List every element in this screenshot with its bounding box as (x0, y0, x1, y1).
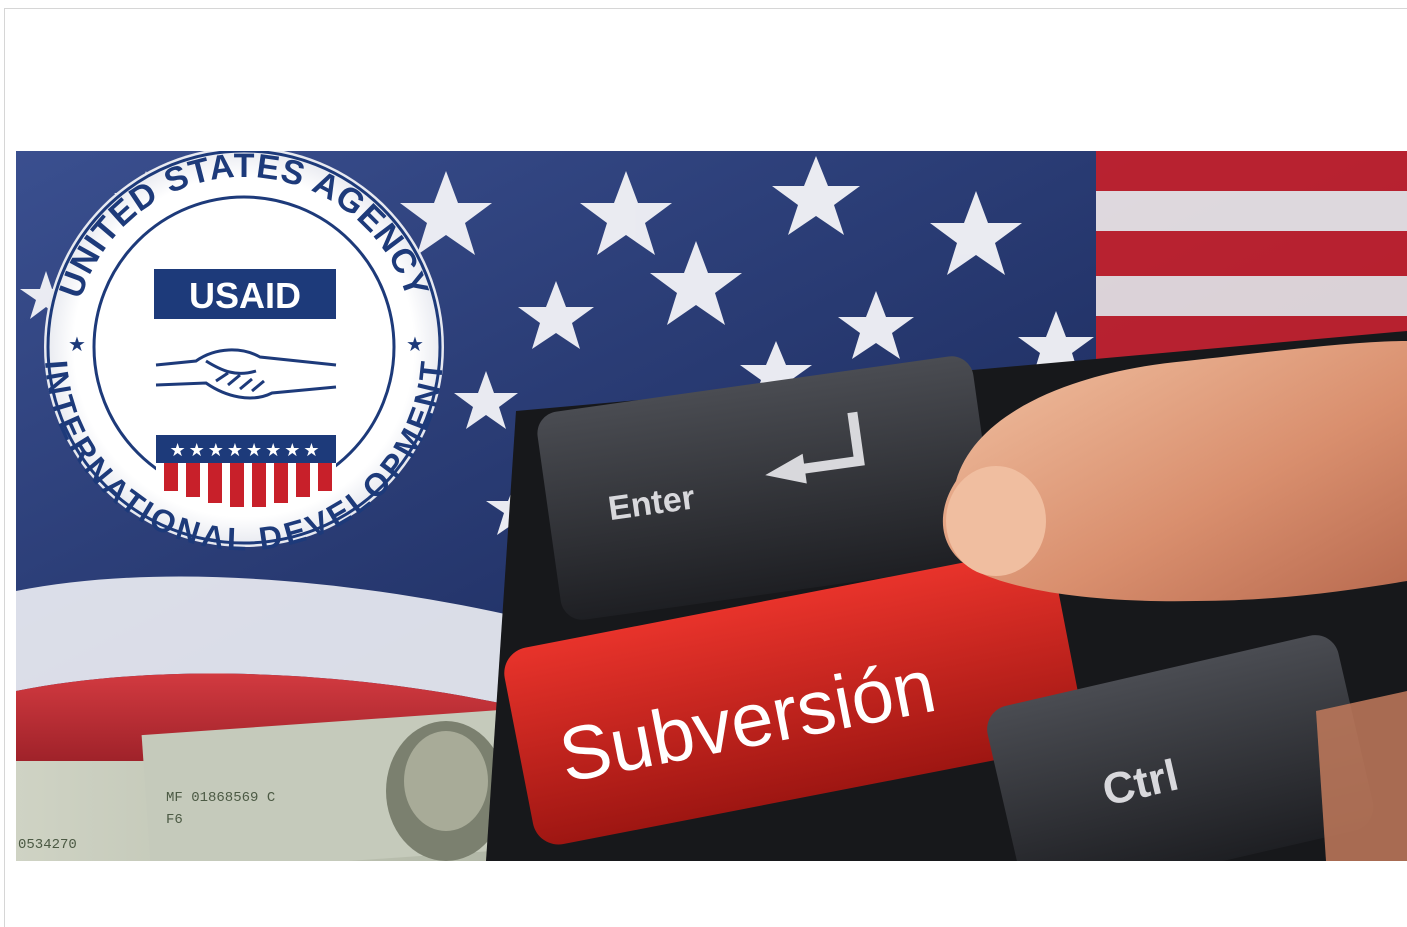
article-hero-image: MF 01868569 C F6 0534270 Enter Subversió… (16, 151, 1407, 861)
flag-stripes (1096, 151, 1407, 361)
seal-left-star-icon: ★ (68, 334, 86, 356)
seal-right-star-icon: ★ (406, 334, 424, 356)
banknote-left-serial: 0534270 (18, 837, 77, 853)
svg-text:★★★★★★★★: ★★★★★★★★ (169, 440, 322, 460)
banknote-code: F6 (166, 812, 183, 828)
usaid-badge-text: USAID (189, 275, 301, 316)
usaid-seal: UNITED STATES AGENCY INTERNATIONAL DEVEL… (38, 151, 449, 557)
banknote-serial: MF 01868569 C (166, 790, 275, 806)
